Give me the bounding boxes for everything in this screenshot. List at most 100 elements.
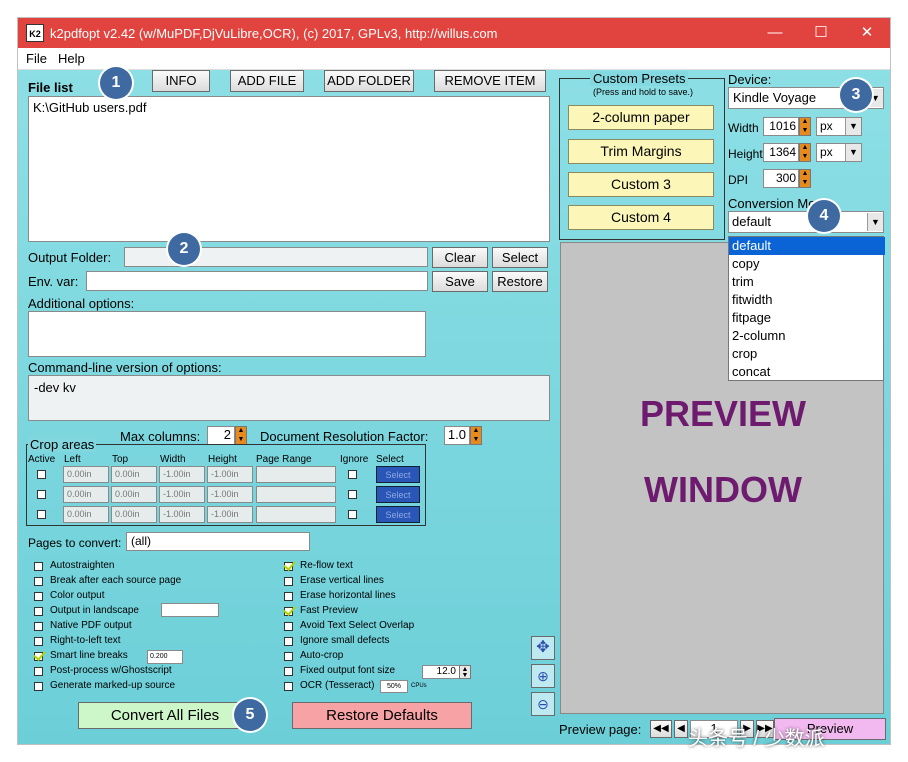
preset-2-column-button[interactable]: 2-column paper bbox=[568, 105, 714, 130]
option-checkbox[interactable] bbox=[284, 637, 293, 646]
maximize-icon[interactable]: ☐ bbox=[806, 22, 836, 44]
option-label[interactable]: OCR (Tesseract) bbox=[300, 680, 374, 691]
option-checkbox[interactable] bbox=[34, 667, 43, 676]
doc-res-field[interactable]: 1.0 bbox=[444, 426, 470, 445]
additional-options-field[interactable] bbox=[28, 311, 426, 357]
chevron-down-icon[interactable]: ▼ bbox=[867, 213, 883, 231]
conversion-mode-option[interactable]: default bbox=[729, 237, 885, 255]
option-checkbox[interactable] bbox=[284, 592, 293, 601]
option-label[interactable]: Break after each source page bbox=[50, 575, 181, 586]
conversion-mode-option[interactable]: fitpage bbox=[729, 309, 885, 327]
option-checkbox[interactable] bbox=[34, 622, 43, 631]
crop-ignore-checkbox[interactable] bbox=[348, 490, 357, 499]
option-checkbox[interactable] bbox=[34, 577, 43, 586]
option-label[interactable]: Generate marked-up source bbox=[50, 680, 175, 691]
crop-left-field[interactable]: 0.00in bbox=[63, 486, 109, 503]
crop-ignore-checkbox[interactable] bbox=[348, 470, 357, 479]
crop-select-button[interactable]: Select bbox=[376, 506, 420, 523]
dpi-spinner[interactable]: ▲ ▼ bbox=[799, 169, 811, 188]
env-var-field[interactable] bbox=[86, 271, 428, 291]
conversion-mode-option[interactable]: copy bbox=[729, 255, 885, 273]
option-checkbox[interactable] bbox=[284, 607, 293, 616]
option-checkbox[interactable] bbox=[284, 682, 293, 691]
option-checkbox[interactable] bbox=[34, 682, 43, 691]
conversion-mode-select[interactable]: default ▼ bbox=[728, 211, 884, 233]
width-unit-select[interactable]: px ▼ bbox=[816, 117, 862, 136]
height-unit-select[interactable]: px ▼ bbox=[816, 143, 862, 162]
select-folder-button[interactable]: Select bbox=[492, 247, 548, 268]
menu-file[interactable]: File bbox=[26, 51, 47, 66]
option-label[interactable]: Post-process w/Ghostscript bbox=[50, 665, 172, 676]
crop-select-button[interactable]: Select bbox=[376, 466, 420, 483]
option-label[interactable]: Right-to-left text bbox=[50, 635, 121, 646]
dpi-field[interactable]: 300 bbox=[763, 169, 799, 188]
crop-range-field[interactable] bbox=[256, 506, 336, 523]
restore-defaults-button[interactable]: Restore Defaults bbox=[292, 702, 472, 729]
conversion-mode-option[interactable]: fitwidth bbox=[729, 291, 885, 309]
crop-top-field[interactable]: 0.00in bbox=[111, 486, 157, 503]
height-field[interactable]: 1364 bbox=[763, 143, 799, 162]
crop-range-field[interactable] bbox=[256, 466, 336, 483]
clear-button[interactable]: Clear bbox=[432, 247, 488, 268]
crop-range-field[interactable] bbox=[256, 486, 336, 503]
crop-width-field[interactable]: -1.00in bbox=[159, 466, 205, 483]
crop-height-field[interactable]: -1.00in bbox=[207, 466, 253, 483]
chevron-down-icon[interactable]: ▼ bbox=[845, 118, 861, 135]
landscape-extra-field[interactable] bbox=[161, 603, 219, 617]
crop-width-field[interactable]: -1.00in bbox=[159, 506, 205, 523]
zoom-in-icon[interactable]: ⊕ bbox=[531, 664, 555, 688]
add-folder-button[interactable]: ADD FOLDER bbox=[324, 70, 414, 92]
crop-active-checkbox[interactable] bbox=[37, 470, 46, 479]
conversion-mode-option[interactable]: trim bbox=[729, 273, 885, 291]
save-button[interactable]: Save bbox=[432, 271, 488, 292]
conversion-mode-list[interactable]: default copy trim fitwidth fitpage 2-column cr… bbox=[728, 236, 885, 381]
option-label[interactable]: Re-flow text bbox=[300, 560, 353, 571]
font-size-spinner[interactable]: ▲ ▼ bbox=[459, 665, 471, 679]
close-icon[interactable]: ✕ bbox=[852, 22, 882, 44]
option-checkbox[interactable] bbox=[34, 592, 43, 601]
option-label[interactable]: Avoid Text Select Overlap bbox=[300, 620, 414, 631]
conversion-mode-option[interactable]: concat bbox=[729, 363, 885, 381]
preset-trim-margins-button[interactable]: Trim Margins bbox=[568, 139, 714, 164]
option-label[interactable]: Color output bbox=[50, 590, 104, 601]
option-label[interactable]: Erase horizontal lines bbox=[300, 590, 396, 601]
max-columns-spinner[interactable]: ▲ ▼ bbox=[235, 426, 247, 445]
file-list-item[interactable]: K:\GitHub users.pdf bbox=[33, 100, 146, 115]
option-checkbox[interactable] bbox=[284, 667, 293, 676]
option-checkbox[interactable] bbox=[34, 562, 43, 571]
option-label[interactable]: Fast Preview bbox=[300, 605, 358, 616]
restore-button[interactable]: Restore bbox=[492, 271, 548, 292]
prev-page-icon[interactable]: ◀ bbox=[674, 720, 688, 738]
chevron-down-icon[interactable]: ▼ bbox=[845, 144, 861, 161]
conversion-mode-option[interactable]: 2-column bbox=[729, 327, 885, 345]
preset-custom-4-button[interactable]: Custom 4 bbox=[568, 205, 714, 230]
option-checkbox[interactable] bbox=[284, 622, 293, 631]
move-icon[interactable]: ✥ bbox=[531, 636, 555, 660]
crop-top-field[interactable]: 0.00in bbox=[111, 506, 157, 523]
crop-height-field[interactable]: -1.00in bbox=[207, 506, 253, 523]
option-label[interactable]: Ignore small defects bbox=[300, 635, 390, 646]
max-columns-field[interactable]: 2 bbox=[207, 426, 235, 445]
add-file-button[interactable]: ADD FILE bbox=[230, 70, 304, 92]
crop-active-checkbox[interactable] bbox=[37, 510, 46, 519]
width-field[interactable]: 1016 bbox=[763, 117, 799, 136]
title-bar[interactable]: K2 k2pdfopt v2.42 (w/MuPDF,DjVuLibre,OCR… bbox=[18, 18, 890, 48]
crop-select-button[interactable]: Select bbox=[376, 486, 420, 503]
info-button[interactable]: INFO bbox=[152, 70, 210, 92]
smart-breaks-field[interactable]: 0.200 bbox=[147, 650, 183, 664]
option-checkbox[interactable] bbox=[34, 607, 43, 616]
remove-item-button[interactable]: REMOVE ITEM bbox=[434, 70, 546, 92]
option-checkbox[interactable] bbox=[284, 652, 293, 661]
option-label[interactable]: Native PDF output bbox=[50, 620, 132, 631]
crop-height-field[interactable]: -1.00in bbox=[207, 486, 253, 503]
crop-ignore-checkbox[interactable] bbox=[348, 510, 357, 519]
crop-width-field[interactable]: -1.00in bbox=[159, 486, 205, 503]
first-page-icon[interactable]: ◀◀ bbox=[650, 720, 672, 738]
width-spinner[interactable]: ▲ ▼ bbox=[799, 117, 811, 136]
option-label[interactable]: Auto-crop bbox=[300, 650, 343, 661]
font-size-field[interactable]: 12.0 bbox=[422, 665, 460, 679]
conversion-mode-option[interactable]: crop bbox=[729, 345, 885, 363]
option-checkbox[interactable] bbox=[34, 652, 43, 661]
pages-to-convert-field[interactable]: (all) bbox=[126, 532, 310, 551]
option-label[interactable]: Autostraighten bbox=[50, 560, 115, 571]
